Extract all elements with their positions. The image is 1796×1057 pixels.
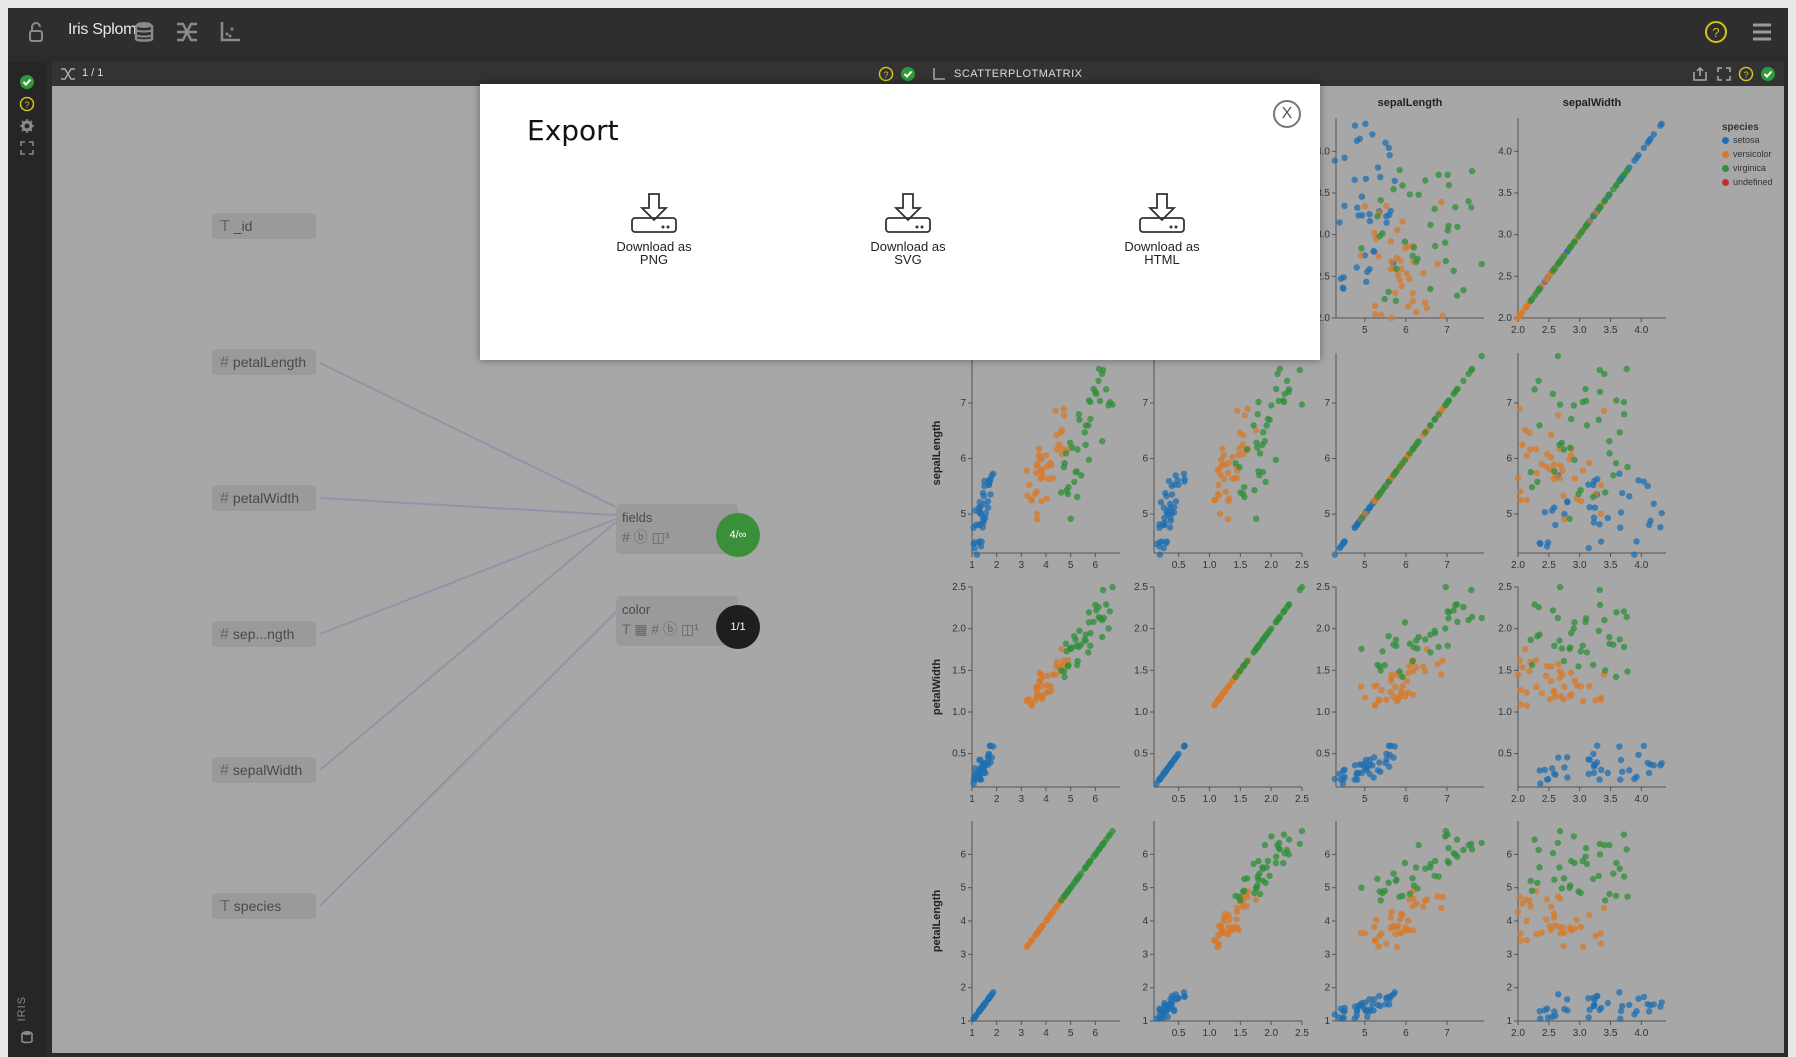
download-icon [885, 193, 931, 233]
download-svg-button[interactable]: Download as SVG [843, 192, 973, 266]
download-html-button[interactable]: Download as HTML [1097, 192, 1227, 266]
close-button[interactable]: X [1273, 100, 1301, 128]
export-dialog: Export X Download as PNG Download as SVG… [480, 84, 1320, 360]
download-icon [1139, 193, 1185, 233]
dialog-title: Export [527, 114, 619, 147]
download-icon [631, 193, 677, 233]
download-png-button[interactable]: Download as PNG [589, 192, 719, 266]
